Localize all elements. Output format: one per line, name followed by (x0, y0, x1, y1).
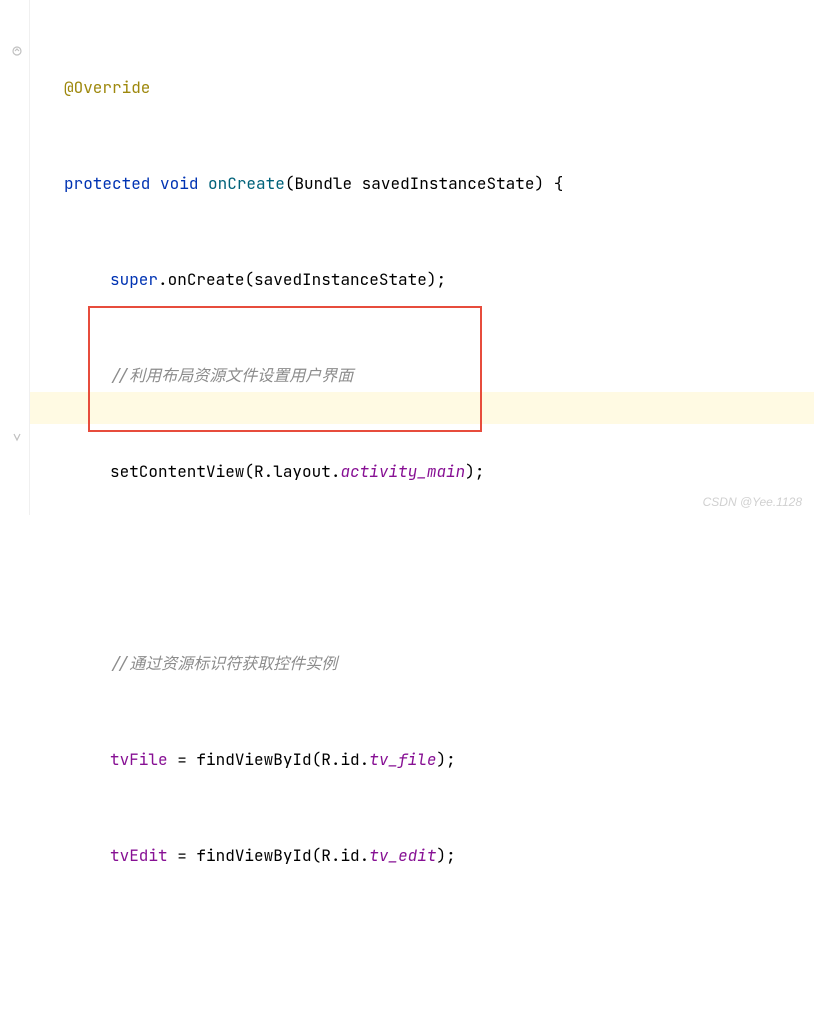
code-line: protected void onCreate(Bundle savedInst… (30, 168, 563, 200)
method-call: findViewById (196, 749, 311, 770)
param-name: savedInstanceState (362, 173, 535, 194)
code-line: setContentView(R.layout.activity_main); (30, 456, 563, 488)
brace-open: { (554, 173, 564, 194)
code-editor[interactable]: @Override protected void onCreate(Bundle… (30, 8, 563, 1030)
keyword-super: super (110, 269, 158, 290)
code-line (30, 936, 563, 968)
editor-gutter (0, 0, 30, 515)
keyword-void: void (160, 173, 198, 194)
method-call: findViewById (196, 845, 311, 866)
method-call: setContentView (110, 461, 244, 482)
method-call: onCreate (168, 269, 245, 290)
fold-gutter-icon[interactable] (12, 432, 22, 445)
code-line: tvEdit = findViewById(R.id.tv_edit); (30, 840, 563, 872)
field-tvFile: tvFile (110, 749, 168, 770)
code-line: //通过资源标识符获取控件实例 (30, 648, 563, 680)
field-tvEdit: tvEdit (110, 845, 168, 866)
method-name: onCreate (208, 173, 285, 194)
comment: //利用布局资源文件设置用户界面 (110, 365, 353, 386)
keyword-protected: protected (64, 173, 150, 194)
code-line (30, 552, 563, 584)
resource-ref: activity_main (340, 461, 465, 482)
code-line: //利用布局资源文件设置用户界面 (30, 360, 563, 392)
param-type: Bundle (294, 173, 352, 194)
code-line: super.onCreate(savedInstanceState); (30, 264, 563, 296)
code-line: @Override (30, 72, 563, 104)
watermark: CSDN @Yee.1128 (703, 495, 802, 509)
code-line: tvFile = findViewById(R.id.tv_file); (30, 744, 563, 776)
override-gutter-icon[interactable] (12, 46, 22, 59)
resource-ref: tv_edit (369, 845, 436, 866)
annotation-override: @Override (64, 77, 150, 98)
comment: //通过资源标识符获取控件实例 (110, 653, 337, 674)
resource-ref: tv_file (369, 749, 436, 770)
